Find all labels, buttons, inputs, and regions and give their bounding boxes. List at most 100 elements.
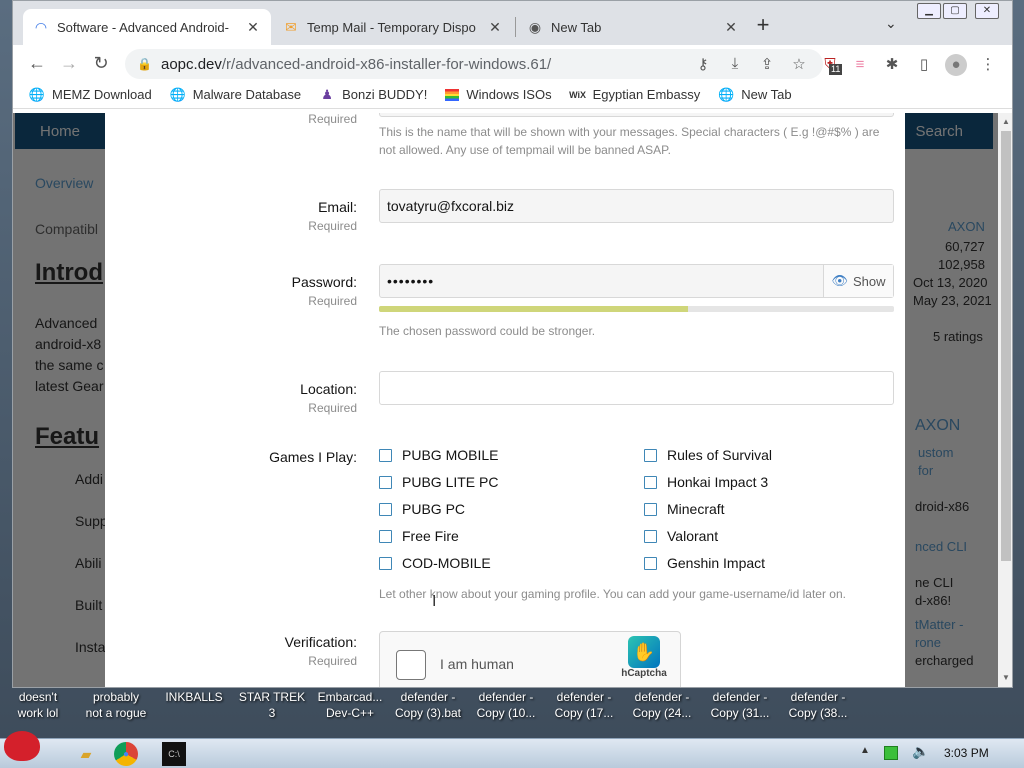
tab-newtab[interactable]: ◉ New Tab ✕ <box>517 9 749 45</box>
scrollbar-thumb[interactable] <box>1001 131 1011 561</box>
scroll-up-icon[interactable]: ▲ <box>998 117 1012 126</box>
tab-software[interactable]: ◠ Software - Advanced Android- ✕ <box>23 9 271 45</box>
desktop-icon[interactable]: probably not a rogue <box>78 689 154 721</box>
minimize-button[interactable]: ▁ <box>917 3 941 19</box>
nav-home[interactable]: Home <box>40 123 80 140</box>
bookmark-new-tab[interactable]: 🌐 New Tab <box>718 87 791 103</box>
puzzle-icon[interactable]: ✱ <box>881 54 903 76</box>
checkbox[interactable] <box>379 448 392 462</box>
tray-expand-icon[interactable]: ▲ <box>860 745 870 756</box>
bg-text: android-x8 <box>35 336 102 352</box>
explorer-icon[interactable]: ▰ <box>74 742 98 766</box>
bookmark-label: Windows ISOs <box>466 87 552 102</box>
checkbox[interactable] <box>644 529 657 543</box>
password-strength-fill <box>379 306 688 312</box>
desktop-icon[interactable]: defender - Copy (24... <box>624 689 700 721</box>
bg-text: ustom <box>918 445 954 460</box>
new-tab-button[interactable]: + <box>751 13 775 37</box>
reload-icon[interactable]: ↻ <box>89 51 113 75</box>
install-icon[interactable]: ⤓ <box>725 55 745 72</box>
scroll-down-icon[interactable]: ▼ <box>998 673 1012 682</box>
hcaptcha-widget: I am human ✋ hCaptcha <box>379 631 681 687</box>
volume-icon[interactable]: 🔈 <box>912 743 929 760</box>
key-icon[interactable]: ⚷ <box>693 55 713 73</box>
tab-tempmail[interactable]: ✉ Temp Mail - Temporary Dispo ✕ <box>273 9 513 45</box>
taskbar: ▰ ● C:\ ▲ 🔈 3:03 PM <box>0 731 1024 768</box>
nav-search[interactable]: Search <box>915 123 963 140</box>
tab-search-button[interactable]: ⌄ <box>885 15 897 32</box>
flag-extension-icon[interactable]: ≡ <box>849 54 871 76</box>
bookmark-malware-db[interactable]: 🌐 Malware Database <box>170 87 301 103</box>
close-icon[interactable]: ✕ <box>245 19 261 36</box>
checkbox[interactable] <box>644 475 657 489</box>
game-checkbox-honkai-impact-3[interactable]: Honkai Impact 3 <box>644 474 768 490</box>
bookmark-memz[interactable]: 🌐 MEMZ Download <box>29 87 152 103</box>
desktop-icon[interactable]: INKBALLS <box>156 689 232 705</box>
checkbox[interactable] <box>644 556 657 570</box>
checkbox[interactable] <box>379 529 392 543</box>
show-password-label: Show <box>852 273 886 289</box>
start-button[interactable] <box>4 731 48 768</box>
desktop-icon[interactable]: defender - Copy (38... <box>780 689 856 721</box>
bg-text: Introd <box>35 259 103 286</box>
name-field[interactable] <box>379 113 894 117</box>
angry-bird-icon <box>4 731 40 761</box>
bookmark-label: New Tab <box>741 87 792 102</box>
game-checkbox-pubg-pc[interactable]: PUBG PC <box>379 501 465 517</box>
back-icon[interactable]: ← <box>25 51 49 75</box>
tab-label: New Tab <box>551 19 602 35</box>
clock[interactable]: 3:03 PM <box>944 746 989 760</box>
password-field[interactable]: •••••••• 👁 Show <box>379 264 894 298</box>
show-password-button[interactable]: 👁 Show <box>823 265 893 297</box>
desktop-icon[interactable]: defender - Copy (17... <box>546 689 622 721</box>
cmd-icon[interactable]: C:\ <box>162 742 186 766</box>
desktop-icon[interactable]: Embarcad... Dev-C++ <box>312 689 388 721</box>
chrome-icon[interactable]: ● <box>114 742 138 766</box>
star-icon[interactable]: ☆ <box>789 55 809 73</box>
game-checkbox-minecraft[interactable]: Minecraft <box>644 501 725 517</box>
bookmark-egyptian-embassy[interactable]: WiX Egyptian Embassy <box>569 87 700 103</box>
address-bar[interactable]: 🔒 aopc.dev/r/advanced-android-x86-instal… <box>125 49 823 79</box>
bg-text: Oct 13, 2020 <box>913 275 988 290</box>
share-icon[interactable]: ⇪ <box>757 55 777 73</box>
profile-icon[interactable]: ● <box>945 54 967 76</box>
bookmark-bonzi[interactable]: ♟ Bonzi BUDDY! <box>319 87 427 103</box>
forward-icon[interactable]: → <box>57 51 81 75</box>
checkbox[interactable] <box>644 502 657 516</box>
desktop-icon[interactable]: defender - Copy (10... <box>468 689 544 721</box>
captcha-checkbox[interactable] <box>396 650 426 680</box>
game-checkbox-free-fire[interactable]: Free Fire <box>379 528 459 544</box>
location-field[interactable] <box>379 371 894 405</box>
bg-text: latest Gear <box>35 378 104 394</box>
desktop-icon[interactable]: defender - Copy (31... <box>702 689 778 721</box>
game-checkbox-pubg-lite-pc[interactable]: PUBG LITE PC <box>379 474 498 490</box>
game-label: Valorant <box>667 528 719 544</box>
maximize-button[interactable]: ▢ <box>943 3 967 19</box>
game-checkbox-rules-of-survival[interactable]: Rules of Survival <box>644 447 772 463</box>
page-scrollbar[interactable]: ▲ ▼ <box>998 113 1012 687</box>
checkbox[interactable] <box>379 556 392 570</box>
sidepanel-icon[interactable]: ▯ <box>913 54 935 76</box>
menu-icon[interactable]: ⋮ <box>977 54 999 76</box>
checkbox[interactable] <box>644 448 657 462</box>
desktop-icon[interactable]: STAR TREK 3 <box>234 689 310 721</box>
shield-extension-icon[interactable]: ⛨11 <box>819 54 843 76</box>
checkbox[interactable] <box>379 502 392 516</box>
bg-text: 5 ratings <box>933 329 983 344</box>
desktop-icon[interactable]: defender - Copy (3).bat <box>390 689 466 721</box>
desktop-icon[interactable]: doesn't work lol <box>0 689 76 721</box>
checkbox[interactable] <box>379 475 392 489</box>
close-icon[interactable]: ✕ <box>487 19 503 36</box>
bookmark-windows-isos[interactable]: Windows ISOs <box>445 87 552 102</box>
text-cursor-icon: I <box>432 593 437 610</box>
network-icon[interactable] <box>884 746 898 760</box>
close-icon[interactable]: ✕ <box>723 19 739 36</box>
game-checkbox-genshin-impact[interactable]: Genshin Impact <box>644 555 765 571</box>
email-field[interactable]: tovatyru@fxcoral.biz <box>379 189 894 223</box>
bookmark-label: Malware Database <box>192 87 302 102</box>
game-checkbox-valorant[interactable]: Valorant <box>644 528 718 544</box>
game-checkbox-pubg-mobile[interactable]: PUBG MOBILE <box>379 447 498 463</box>
bookmarks-bar: 🌐 MEMZ Download 🌐 Malware Database ♟ Bonzi … <box>13 81 1012 109</box>
game-checkbox-cod-mobile[interactable]: COD-MOBILE <box>379 555 491 571</box>
close-window-button[interactable]: ✕ <box>975 3 999 19</box>
